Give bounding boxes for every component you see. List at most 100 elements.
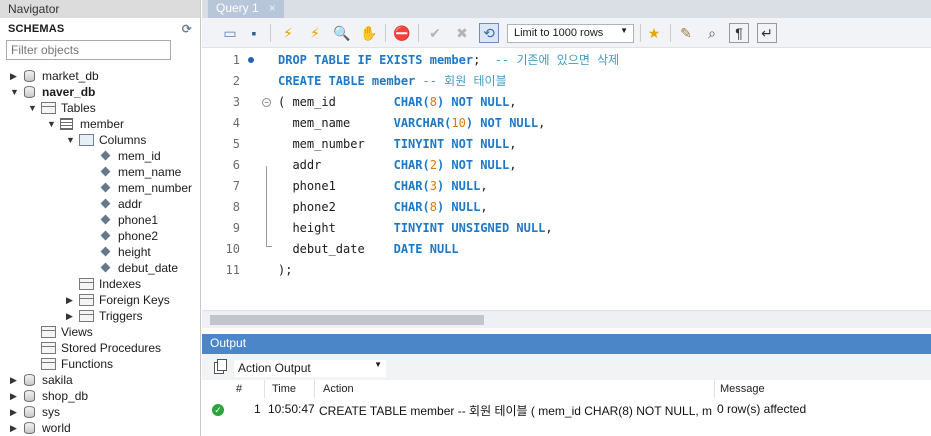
explain-magnifier-icon[interactable]: 🔍 xyxy=(332,23,352,43)
code-line[interactable]: 11); xyxy=(202,260,931,281)
code-token: CHAR( xyxy=(393,179,430,193)
code-token: -- 기존에 있으면 삭제 xyxy=(494,53,620,67)
collapse-arrow-icon[interactable]: ▼ xyxy=(66,132,76,148)
beautify-brush-icon[interactable]: ✎ xyxy=(676,23,696,43)
tree-item-indexes[interactable]: Indexes xyxy=(0,276,200,292)
expand-arrow-icon[interactable]: ▶ xyxy=(10,68,20,84)
code-line[interactable]: 7 phone1 CHAR(3) NULL, xyxy=(202,176,931,197)
autocommit-toggle-icon[interactable]: ⟲ xyxy=(479,23,499,43)
tree-item-views[interactable]: Views xyxy=(0,324,200,340)
tree-item-naver-db[interactable]: ▼ naver_db xyxy=(0,84,200,100)
stop-hand-icon[interactable]: ✋ xyxy=(359,23,379,43)
save-icon[interactable]: ▪ xyxy=(244,23,264,43)
tree-item-world[interactable]: ▶ world xyxy=(0,420,200,436)
tree-item-column[interactable]: phone1 xyxy=(0,212,200,228)
column-divider xyxy=(314,380,315,398)
code-token: CREATE TABLE xyxy=(278,74,372,88)
expand-arrow-icon[interactable]: ▶ xyxy=(10,372,20,388)
tree-item-column[interactable]: height xyxy=(0,244,200,260)
code-line[interactable]: 5 mem_number TINYINT NOT NULL, xyxy=(202,134,931,155)
tree-item-market-db[interactable]: ▶ market_db xyxy=(0,68,200,84)
copy-icon[interactable] xyxy=(214,359,227,374)
tree-item-column[interactable]: phone2 xyxy=(0,228,200,244)
code-line[interactable]: 10 debut_date DATE NULL xyxy=(202,239,931,260)
column-header-time[interactable]: Time xyxy=(272,383,296,395)
schemas-header: SCHEMAS ⟳ xyxy=(0,18,200,40)
sql-editor[interactable]: 1 DROP TABLE IF EXISTS member; -- 기존에 있으면… xyxy=(202,48,931,310)
code-line[interactable]: 3 −( mem_id CHAR(8) NOT NULL, xyxy=(202,92,931,113)
tree-item-column[interactable]: addr xyxy=(0,196,200,212)
column-header-message[interactable]: Message xyxy=(720,383,765,395)
schemas-label: SCHEMAS xyxy=(8,23,65,35)
database-icon xyxy=(24,422,35,434)
code-token: CHAR( xyxy=(393,200,430,214)
fold-toggle-icon[interactable]: − xyxy=(262,98,271,107)
collapse-arrow-icon[interactable]: ▼ xyxy=(10,84,20,100)
column-header-num[interactable]: # xyxy=(236,383,242,395)
expand-arrow-icon[interactable]: ▶ xyxy=(10,388,20,404)
tree-item-label: debut_date xyxy=(118,261,179,275)
close-tab-icon[interactable]: × xyxy=(269,1,276,15)
expand-arrow-icon[interactable]: ▶ xyxy=(66,308,76,324)
tree-item-stored-procedures[interactable]: Stored Procedures xyxy=(0,340,200,356)
tree-item-label: naver_db xyxy=(42,85,96,99)
tree-item-foreign-keys[interactable]: ▶ Foreign Keys xyxy=(0,292,200,308)
line-number: 1 xyxy=(232,53,240,67)
tree-item-label: Columns xyxy=(99,133,147,147)
editor-horizontal-scrollbar[interactable] xyxy=(202,310,931,328)
collapse-arrow-icon[interactable]: ▼ xyxy=(28,100,38,116)
tree-item-label: mem_number xyxy=(118,181,193,195)
tree-item-column[interactable]: mem_name xyxy=(0,164,200,180)
sql-editor-toolbar: ▭ ▪ ⚡ ⚡ 🔍 ✋ ⛔ ✔ ✖ ⟲ Limit to 1000 rows ▼… xyxy=(202,18,931,48)
tree-item-triggers[interactable]: ▶ Triggers xyxy=(0,308,200,324)
tree-item-sys[interactable]: ▶ sys xyxy=(0,404,200,420)
code-token: phone2 xyxy=(278,200,394,214)
refresh-icon[interactable]: ⟳ xyxy=(182,22,192,36)
code-token: ) NOT NULL xyxy=(436,158,510,172)
limit-rows-select[interactable]: Limit to 1000 rows ▼ xyxy=(507,24,634,43)
execute-current-statement-icon[interactable]: ⚡ xyxy=(305,23,325,43)
open-folder-icon[interactable]: ▭ xyxy=(220,23,240,43)
tree-item-tables[interactable]: ▼ Tables xyxy=(0,100,200,116)
stop-on-error-icon[interactable]: ⛔ xyxy=(392,23,412,43)
tree-item-label: addr xyxy=(118,197,143,211)
code-token: 8 xyxy=(429,200,437,214)
stored-procedures-folder-icon xyxy=(41,342,56,354)
code-line[interactable]: 8 phone2 CHAR(8) NULL, xyxy=(202,197,931,218)
output-mode-select[interactable]: Action Output ▼ xyxy=(234,360,386,377)
tree-item-column[interactable]: debut_date xyxy=(0,260,200,276)
code-line[interactable]: 6 addr CHAR(2) NOT NULL, xyxy=(202,155,931,176)
expand-arrow-icon[interactable]: ▶ xyxy=(66,292,76,308)
tree-item-shop-db[interactable]: ▶ shop_db xyxy=(0,388,200,404)
column-diamond-icon xyxy=(100,262,111,273)
column-header-action[interactable]: Action xyxy=(323,383,354,395)
row-action: CREATE TABLE member -- 회원 테이블 ( mem_id C… xyxy=(319,404,712,418)
expand-arrow-icon[interactable]: ▶ xyxy=(10,404,20,420)
add-snippet-star-icon[interactable]: ★ xyxy=(644,23,664,43)
code-line[interactable]: 9 height TINYINT UNSIGNED NULL, xyxy=(202,218,931,239)
database-icon xyxy=(24,374,35,386)
indexes-folder-icon xyxy=(79,278,94,290)
commit-check-icon[interactable]: ✔ xyxy=(425,23,445,43)
expand-arrow-icon[interactable]: ▶ xyxy=(10,420,20,436)
word-wrap-icon[interactable]: ↵ xyxy=(757,23,777,43)
tree-item-column[interactable]: mem_number xyxy=(0,180,200,196)
rollback-cancel-icon[interactable]: ✖ xyxy=(452,23,472,43)
code-line[interactable]: 1 DROP TABLE IF EXISTS member; -- 기존에 있으면… xyxy=(202,50,931,71)
tab-query-1[interactable]: Query 1 × xyxy=(208,0,284,18)
tree-item-sakila[interactable]: ▶ sakila xyxy=(0,372,200,388)
column-diamond-icon xyxy=(100,166,111,177)
collapse-arrow-icon[interactable]: ▼ xyxy=(47,116,57,132)
code-line[interactable]: 4 mem_name VARCHAR(10) NOT NULL, xyxy=(202,113,931,134)
code-line[interactable]: 2 CREATE TABLE member -- 회원 테이블 xyxy=(202,71,931,92)
invisible-chars-icon[interactable]: ¶ xyxy=(729,23,749,43)
tree-item-columns[interactable]: ▼ Columns xyxy=(0,132,200,148)
execute-lightning-icon[interactable]: ⚡ xyxy=(278,23,298,43)
find-magnifier-icon[interactable]: ⌕ xyxy=(702,23,722,43)
filter-objects-input[interactable] xyxy=(6,40,171,60)
code-token: CHAR( xyxy=(393,158,430,172)
tree-item-column[interactable]: mem_id xyxy=(0,148,200,164)
tree-item-functions[interactable]: Functions xyxy=(0,356,200,372)
scrollbar-thumb[interactable] xyxy=(210,315,484,325)
tree-item-member[interactable]: ▼ member xyxy=(0,116,200,132)
